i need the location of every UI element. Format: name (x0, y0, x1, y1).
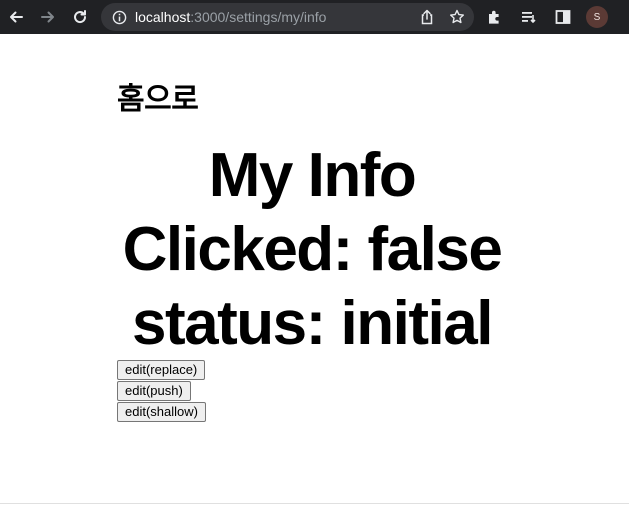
title-line-clicked: Clicked: false (122, 215, 503, 284)
info-icon[interactable] (111, 9, 127, 25)
browser-toolbar: localhost:3000/settings/my/info S (0, 0, 629, 34)
page-title: My Info Clicked: false status: initial (117, 139, 507, 361)
edit-shallow-button[interactable]: edit(shallow) (117, 402, 206, 422)
forward-arrow-icon[interactable] (36, 5, 60, 29)
profile-avatar[interactable]: S (586, 5, 608, 29)
reload-icon[interactable] (68, 5, 92, 29)
title-line-my-info: My Info (208, 141, 417, 210)
back-arrow-icon[interactable] (4, 5, 28, 29)
share-icon[interactable] (418, 8, 436, 26)
edit-push-button[interactable]: edit(push) (117, 381, 191, 401)
star-icon[interactable] (448, 8, 466, 26)
home-link[interactable]: 홈으로 (117, 74, 199, 118)
title-line-status: status: initial (132, 289, 493, 358)
extensions-icon[interactable] (484, 5, 506, 29)
edit-replace-button[interactable]: edit(replace) (117, 360, 206, 380)
avatar: S (586, 6, 608, 28)
side-panel-icon[interactable] (552, 5, 574, 29)
url-path: :3000/settings/my/info (190, 9, 327, 25)
edit-button-group: edit(replace) edit(push) edit(shallow) (117, 360, 206, 422)
reading-list-icon[interactable] (518, 5, 540, 29)
url-host: localhost (135, 9, 191, 25)
address-bar[interactable]: localhost:3000/settings/my/info (101, 3, 474, 31)
url-text[interactable]: localhost:3000/settings/my/info (135, 9, 326, 25)
bottom-divider (0, 503, 629, 504)
